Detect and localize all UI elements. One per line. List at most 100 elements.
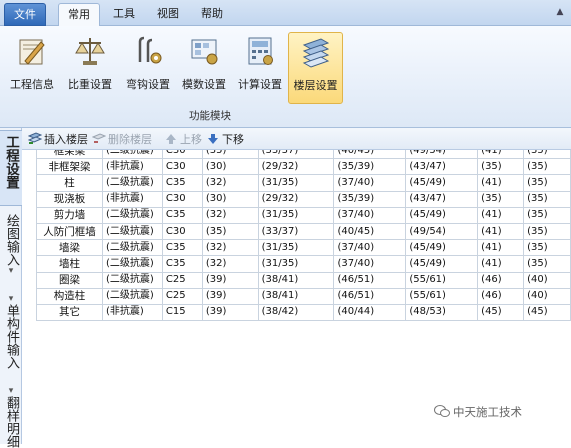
table-cell[interactable]: (32): [201, 239, 259, 257]
table-cell[interactable]: C35: [161, 174, 203, 192]
table-cell[interactable]: (二级抗震): [101, 239, 163, 257]
table-cell[interactable]: (39): [201, 287, 259, 305]
table-cell[interactable]: (35): [477, 158, 525, 176]
table-cell[interactable]: (40): [523, 287, 571, 305]
table-row[interactable]: 非框架梁 (非抗震) C30 (30) (29/32) (35/39) (43/47) (35…: [36, 158, 571, 176]
table-row[interactable]: 其它 (非抗震) C15 (39) (38/42) (40/44) (48/53) (45)(…: [36, 303, 571, 322]
table-cell[interactable]: (43/47): [405, 190, 479, 208]
table-cell[interactable]: (31/35): [257, 255, 335, 273]
modulus-settings-button[interactable]: 模数设置: [178, 32, 230, 104]
ribbon-collapse-icon[interactable]: ▲: [555, 7, 565, 17]
menu-tab-common[interactable]: 常用: [58, 3, 100, 26]
move-down-button[interactable]: 下移: [206, 131, 244, 148]
tab-detail-list[interactable]: ▾ 翻样明细: [0, 382, 22, 448]
component-name-cell[interactable]: 墙梁: [36, 239, 103, 257]
table-cell[interactable]: (非抗震): [101, 158, 163, 176]
table-cell[interactable]: (46): [477, 271, 525, 289]
table-cell[interactable]: (35): [523, 222, 571, 241]
component-name-cell[interactable]: 框架梁: [36, 150, 103, 160]
table-cell[interactable]: (33/37): [257, 150, 335, 160]
table-cell[interactable]: C30: [161, 190, 203, 208]
table-cell[interactable]: (35): [523, 174, 571, 192]
table-cell[interactable]: (38/42): [257, 303, 335, 322]
table-cell[interactable]: C35: [161, 255, 203, 273]
tab-drawing-input[interactable]: 绘图输入 ▾: [0, 210, 22, 286]
table-cell[interactable]: C15: [161, 303, 203, 322]
table-cell[interactable]: (35): [201, 222, 259, 241]
table-cell[interactable]: (29/32): [257, 190, 335, 208]
table-cell[interactable]: (35): [523, 150, 571, 160]
table-cell[interactable]: (35/39): [333, 190, 407, 208]
table-cell[interactable]: (二级抗震): [101, 150, 163, 160]
table-cell[interactable]: (46): [477, 287, 525, 305]
table-cell[interactable]: (33/37): [257, 222, 335, 241]
table-cell[interactable]: C30: [161, 222, 203, 241]
table-cell[interactable]: (41): [477, 150, 525, 160]
table-cell[interactable]: (30): [201, 190, 259, 208]
table-cell[interactable]: (49/54): [405, 222, 479, 241]
table-cell[interactable]: (非抗震): [101, 190, 163, 208]
table-cell[interactable]: (39): [201, 271, 259, 289]
delete-floor-button[interactable]: 删除楼层: [92, 131, 152, 148]
component-name-cell[interactable]: 非框架梁: [36, 158, 103, 176]
table-cell[interactable]: (40/45): [333, 150, 407, 160]
table-cell[interactable]: (35): [523, 190, 571, 208]
table-cell[interactable]: (31/35): [257, 174, 335, 192]
table-cell[interactable]: (31/35): [257, 206, 335, 224]
table-cell[interactable]: (55/61): [405, 287, 479, 305]
table-cell[interactable]: C35: [161, 206, 203, 224]
component-name-cell[interactable]: 圈梁: [36, 271, 103, 289]
table-cell[interactable]: (48/53): [405, 303, 479, 322]
menu-tab-tools[interactable]: 工具: [104, 3, 144, 26]
table-row[interactable]: 人防门框墙 (二级抗震) C30 (35) (33/37) (40/45) (49/54)(…: [36, 222, 571, 241]
table-cell[interactable]: (39): [201, 303, 259, 322]
table-cell[interactable]: (38/41): [257, 271, 335, 289]
hook-settings-button[interactable]: 弯钩设置: [122, 32, 174, 104]
table-cell[interactable]: (45): [477, 303, 525, 322]
table-cell[interactable]: (32): [201, 255, 259, 273]
table-cell[interactable]: (非抗震): [101, 303, 163, 322]
component-name-cell[interactable]: 其它: [36, 303, 103, 322]
table-cell[interactable]: (32): [201, 206, 259, 224]
component-name-cell[interactable]: 墙柱: [36, 255, 103, 273]
component-name-cell[interactable]: 人防门框墙: [36, 222, 103, 241]
table-cell[interactable]: (37/40): [333, 255, 407, 273]
table-cell[interactable]: (38/41): [257, 287, 335, 305]
table-row[interactable]: 墙梁 (二级抗震) C35 (32) (31/35) (37/40) (45/49) (41)…: [36, 239, 571, 257]
table-cell[interactable]: (55/61): [405, 271, 479, 289]
table-row[interactable]: 圈梁 (二级抗震) C25 (39) (38/41) (46/51) (55/61) (46)…: [36, 271, 571, 289]
table-cell[interactable]: (49/54): [405, 150, 479, 160]
table-cell[interactable]: (41): [477, 239, 525, 257]
table-cell[interactable]: (40): [523, 271, 571, 289]
table-cell[interactable]: (46/51): [333, 271, 407, 289]
table-row[interactable]: 框架梁 (二级抗震) C30 (35) (33/37) (40/45) (49/54) (41…: [36, 150, 571, 160]
table-cell[interactable]: (35): [523, 158, 571, 176]
table-cell[interactable]: C25: [161, 271, 203, 289]
table-cell[interactable]: (35): [523, 239, 571, 257]
table-cell[interactable]: (41): [477, 222, 525, 241]
move-up-button[interactable]: 上移: [164, 131, 202, 148]
table-cell[interactable]: (31/35): [257, 239, 335, 257]
table-cell[interactable]: (30): [201, 158, 259, 176]
table-row[interactable]: 构造柱 (二级抗震) C25 (39) (38/41) (46/51) (55/61) (46…: [36, 287, 571, 305]
weight-settings-button[interactable]: 比重设置: [64, 32, 116, 104]
table-cell[interactable]: C30: [161, 158, 203, 176]
table-cell[interactable]: (二级抗震): [101, 222, 163, 241]
table-cell[interactable]: (35): [201, 150, 259, 160]
table-cell[interactable]: (二级抗震): [101, 271, 163, 289]
project-info-button[interactable]: 工程信息: [6, 32, 58, 104]
table-cell[interactable]: (二级抗震): [101, 206, 163, 224]
table-cell[interactable]: (32): [201, 174, 259, 192]
table-cell[interactable]: (37/40): [333, 174, 407, 192]
table-cell[interactable]: (35/39): [333, 158, 407, 176]
component-name-cell[interactable]: 柱: [36, 174, 103, 192]
table-cell[interactable]: (45/49): [405, 174, 479, 192]
table-cell[interactable]: (二级抗震): [101, 287, 163, 305]
table-cell[interactable]: (二级抗震): [101, 174, 163, 192]
table-row[interactable]: 剪力墙 (二级抗震) C35 (32) (31/35) (37/40) (45/49) (41…: [36, 206, 571, 224]
table-cell[interactable]: (37/40): [333, 206, 407, 224]
table-row[interactable]: 墙柱 (二级抗震) C35 (32) (31/35) (37/40) (45/49) (41)…: [36, 255, 571, 273]
table-cell[interactable]: (45/49): [405, 206, 479, 224]
component-name-cell[interactable]: 现浇板: [36, 190, 103, 208]
tab-project-settings[interactable]: 工程设置: [0, 130, 22, 206]
